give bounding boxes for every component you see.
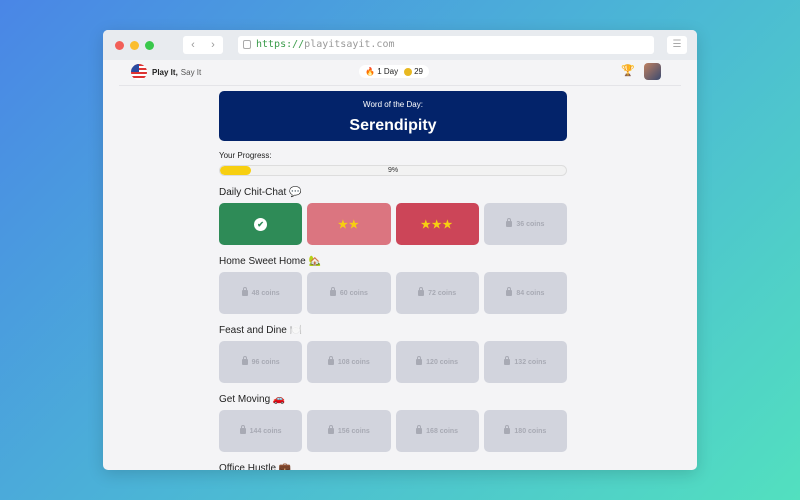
coin-cost: 156 coins — [337, 427, 370, 435]
lesson-tile-locked[interactable]: 132 coins — [483, 341, 567, 383]
maximize-button[interactable] — [145, 41, 154, 50]
word-of-day-card[interactable]: Word of the Day: Serendipity — [219, 91, 567, 141]
brand-logo[interactable]: Play It, Say It — [131, 64, 201, 80]
lock-icon — [241, 287, 248, 296]
lock-icon — [241, 356, 248, 365]
lesson-tile-locked[interactable]: 168 coins — [395, 410, 479, 452]
lesson-tile-locked[interactable]: 144 coins — [219, 410, 303, 452]
title-bar: ‹ › https://playitsayit.com ☰ — [103, 30, 697, 60]
lock-icon — [243, 40, 251, 49]
address-bar[interactable]: https://playitsayit.com — [238, 36, 654, 54]
star-rating: ★★ — [338, 218, 360, 231]
url-scheme: https:// — [256, 39, 305, 50]
browser-window: ‹ › https://playitsayit.com ☰ Play It, Say… — [103, 30, 697, 470]
close-button[interactable] — [115, 41, 124, 50]
main-content: Word of the Day: Serendipity Your Progres… — [219, 91, 567, 470]
lesson-tile-completed[interactable]: ✔ — [219, 203, 303, 245]
lesson-tile-locked[interactable]: 96 coins — [219, 341, 303, 383]
lesson-tile-locked[interactable]: 60 coins — [307, 272, 391, 314]
avatar[interactable] — [644, 63, 661, 80]
lesson-tile-locked[interactable]: 84 coins — [483, 272, 567, 314]
lesson-row: 96 coins 108 coins 120 coins 132 coins — [219, 341, 567, 383]
section-title: Daily Chit-Chat 💬 — [219, 187, 302, 198]
lock-icon — [416, 356, 423, 365]
progress-text: 9% — [387, 167, 399, 174]
lock-icon — [504, 356, 511, 365]
lesson-row: 144 coins 156 coins 168 coins 180 coins — [219, 410, 567, 452]
coin-cost: 84 coins — [516, 289, 545, 297]
menu-icon[interactable]: ☰ — [667, 36, 687, 54]
coin-cost: 48 coins — [251, 289, 280, 297]
section-title: Home Sweet Home 🏡 — [219, 256, 321, 267]
lesson-row: ✔ ★★ ★★★ 36 coins — [219, 203, 567, 245]
lesson-tile-locked[interactable]: 48 coins — [219, 272, 303, 314]
lock-icon — [327, 425, 334, 434]
coin-cost: 144 coins — [249, 427, 282, 435]
section-title: Office Hustle 💼 — [219, 463, 292, 470]
coin-cost: 168 coins — [426, 427, 459, 435]
lesson-tile-locked[interactable]: 36 coins — [483, 203, 567, 245]
lesson-row: 48 coins 60 coins 72 coins 84 coins — [219, 272, 567, 314]
lesson-tile-locked[interactable]: 120 coins — [395, 341, 479, 383]
us-flag-icon — [131, 64, 147, 80]
minimize-button[interactable] — [130, 41, 139, 50]
brand-name: Play It, — [152, 67, 178, 77]
coin-cost: 120 coins — [426, 358, 459, 366]
stats-badge: 🔥 1 Day 29 — [359, 65, 430, 78]
lock-icon — [329, 287, 336, 296]
lock-icon — [327, 356, 334, 365]
star-rating: ★★★ — [420, 218, 454, 231]
lock-icon — [504, 425, 511, 434]
forward-button[interactable]: › — [203, 36, 223, 54]
coin-cost: 36 coins — [516, 220, 545, 228]
section-title: Get Moving 🚗 — [219, 394, 286, 405]
coin-cost: 60 coins — [339, 289, 368, 297]
lesson-tile-stars[interactable]: ★★★ — [395, 203, 479, 245]
streak-count: 1 Day — [377, 67, 399, 76]
lesson-tile-locked[interactable]: 108 coins — [307, 341, 391, 383]
flame-icon: 🔥 — [365, 67, 375, 76]
coin-cost: 108 coins — [337, 358, 370, 366]
lesson-tile-locked[interactable]: 72 coins — [395, 272, 479, 314]
coin-icon — [404, 67, 413, 76]
word-of-day-label: Word of the Day: — [363, 100, 423, 109]
lesson-tile-locked[interactable]: 156 coins — [307, 410, 391, 452]
progress-label: Your Progress: — [219, 151, 272, 160]
progress-bar: 9% — [219, 165, 567, 176]
lesson-tile-locked[interactable]: 180 coins — [483, 410, 567, 452]
lock-icon — [506, 218, 513, 227]
coin-cost: 132 coins — [514, 358, 547, 366]
app-header: Play It, Say It 🔥 1 Day 29 🏆 — [119, 60, 681, 86]
lock-icon — [418, 287, 425, 296]
brand-tagline: Say It — [180, 67, 202, 77]
coin-cost: 180 coins — [514, 427, 547, 435]
url-host: playitsayit.com — [304, 39, 395, 50]
lock-icon — [416, 425, 423, 434]
check-icon: ✔ — [254, 217, 268, 231]
coin-cost: 96 coins — [251, 358, 280, 366]
coin-count: 29 — [414, 67, 424, 76]
back-button[interactable]: ‹ — [183, 36, 203, 54]
lock-icon — [506, 287, 513, 296]
lesson-tile-stars[interactable]: ★★ — [307, 203, 391, 245]
coin-cost: 72 coins — [428, 289, 457, 297]
section-title: Feast and Dine 🍽️ — [219, 325, 303, 336]
lock-icon — [239, 425, 246, 434]
word-of-day: Serendipity — [349, 117, 437, 134]
trophy-icon[interactable]: 🏆 — [621, 64, 635, 77]
